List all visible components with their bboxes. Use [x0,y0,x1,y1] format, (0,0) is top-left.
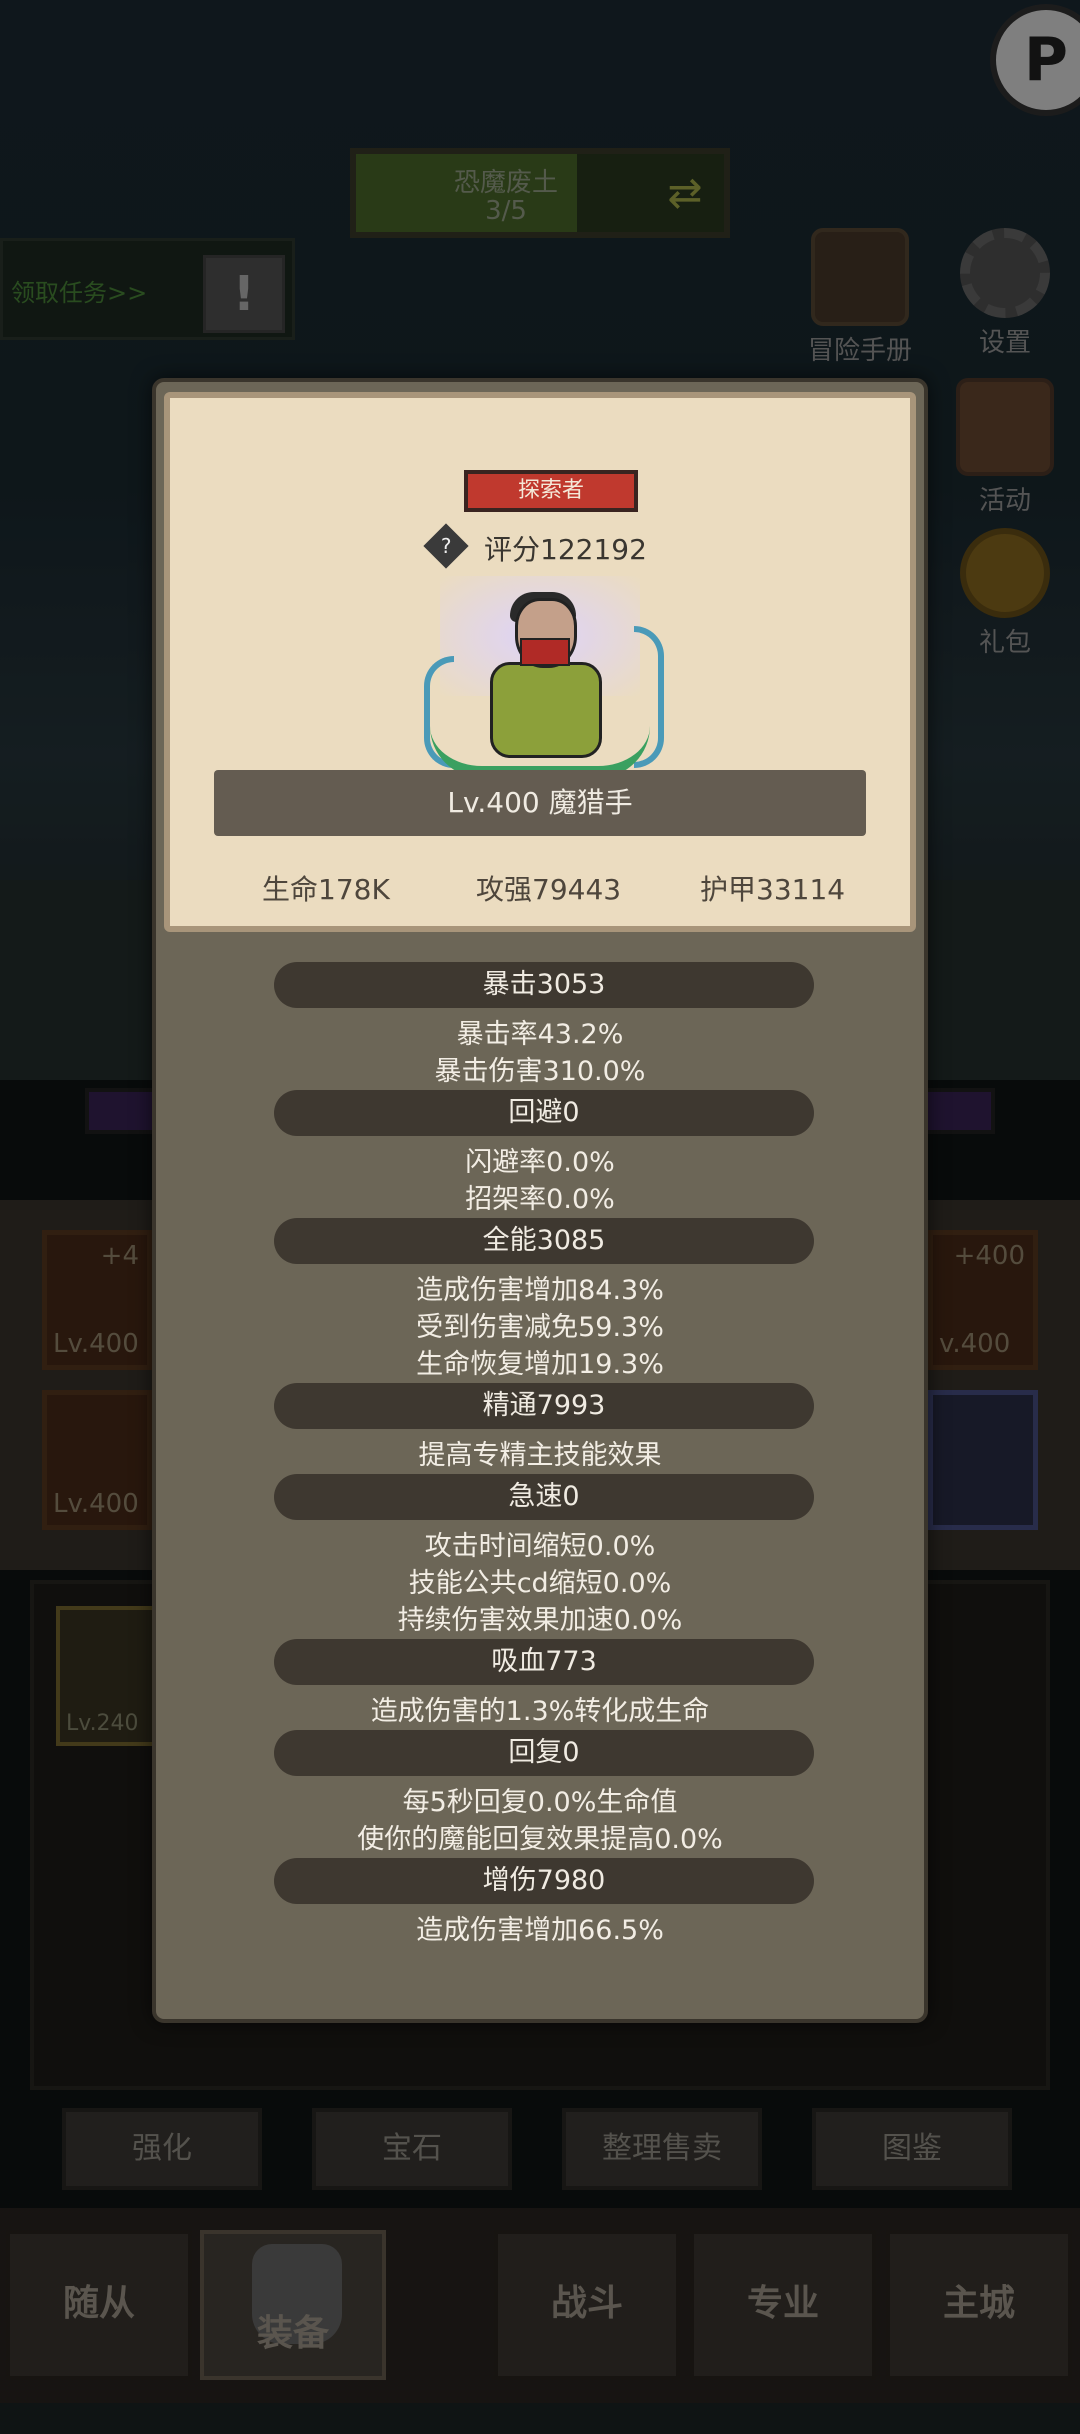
book-icon [811,228,909,326]
stat-line: 造成伤害增加66.5% [416,1915,664,1946]
nav-followers[interactable]: 随从 [6,2230,192,2380]
armor-stat: 护甲33114 [700,873,846,906]
gem-button[interactable]: 宝石 [312,2108,512,2190]
hero-card: 探索者 ? 评分122192 Lv.400 魔猎手 生命178K 攻强79443… [164,392,916,932]
task-link[interactable]: 领取任务>> [11,273,147,308]
question-icon[interactable]: ? [423,523,469,569]
stat-header-mastery: 精通7993 [274,1383,814,1429]
zone-progress-bar[interactable]: 恐魔废土 3/5 ⇄ [350,148,730,238]
stat-header-versatility: 全能3085 [274,1218,814,1264]
stat-line: 招架率0.0% [465,1184,615,1215]
score-value: 评分122192 [484,533,647,566]
settings-button[interactable]: 设置 [945,228,1065,359]
stat-header-avoidance: 回避0 [274,1090,814,1136]
nav-battle[interactable]: 战斗 [494,2230,680,2380]
task-panel[interactable]: 领取任务>> ! [0,238,295,340]
gift-icon [960,528,1050,618]
score-row: ? 评分122192 [423,523,690,569]
adventure-book-label: 冒险手册 [807,336,912,366]
scroll-icon [956,378,1054,476]
nav-profession[interactable]: 专业 [690,2230,876,2380]
nav-equipment-label: 装备 [256,2313,329,2354]
stat-line: 提高专精主技能效果 [418,1440,662,1471]
action-row: 强化 宝石 整理售卖 图鉴 [0,2108,1080,2194]
hp-stat: 生命178K [262,873,390,906]
gift-button[interactable]: 礼包 [945,528,1065,659]
stat-line: 生命恢复增加19.3% [416,1349,664,1380]
stat-line: 造成伤害的1.3%转化成生命 [370,1696,710,1727]
codex-button[interactable]: 图鉴 [812,2108,1012,2190]
bottom-nav: 随从 装备 战斗 专业 主城 [0,2208,1080,2403]
activity-label: 活动 [978,486,1031,516]
equipment-slot[interactable] [928,1390,1038,1530]
enhance-button[interactable]: 强化 [62,2108,262,2190]
attack-stat: 攻强79443 [476,873,622,906]
stat-line: 持续伤害效果加速0.0% [397,1605,683,1636]
equipment-slot[interactable]: Lv.400 [42,1390,152,1530]
stat-header-crit: 暴击3053 [274,962,814,1008]
stat-line: 每5秒回复0.0%生命值 [402,1787,678,1818]
stat-header-haste: 急速0 [274,1474,814,1520]
nav-main-city[interactable]: 主城 [886,2230,1072,2380]
stat-header-damage-bonus: 增伤7980 [274,1858,814,1904]
adventure-book-button[interactable]: 冒险手册 [800,228,920,367]
exclamation-icon: ! [203,255,285,333]
nav-equipment[interactable]: 装备 [200,2230,386,2380]
stat-line: 暴击伤害310.0% [434,1056,646,1087]
title-badge: 探索者 [464,470,638,512]
inventory-item[interactable]: Lv.240 [56,1606,156,1746]
stat-line: 使你的魔能回复效果提高0.0% [357,1824,723,1855]
sort-sell-button[interactable]: 整理售卖 [562,2108,762,2190]
refresh-icon[interactable]: ⇄ [660,168,710,218]
hero-stats-modal: 探索者 ? 评分122192 Lv.400 魔猎手 生命178K 攻强79443… [152,378,928,2023]
stat-line: 受到伤害减免59.3% [416,1312,664,1343]
gear-icon [960,228,1050,318]
stat-header-lifesteal: 吸血773 [274,1639,814,1685]
activity-button[interactable]: 活动 [945,378,1065,517]
stat-line: 暴击率43.2% [456,1019,624,1050]
equipment-slot[interactable]: +4 Lv.400 [42,1230,152,1370]
stat-line: 攻击时间缩短0.0% [424,1531,656,1562]
equipment-slot[interactable]: +400 v.400 [928,1230,1038,1370]
stat-line: 闪避率0.0% [465,1147,615,1178]
gift-label: 礼包 [978,628,1031,658]
zone-name: 恐魔废土 [453,168,558,198]
hero-portrait [410,576,670,778]
hero-name-banner: Lv.400 魔猎手 [214,770,866,836]
settings-label: 设置 [978,328,1031,358]
stat-header-regen: 回复0 [274,1730,814,1776]
stat-line: 造成伤害增加84.3% [416,1275,664,1306]
zone-progress-count: 3/5 [485,196,527,226]
stat-line: 技能公共cd缩短0.0% [408,1568,672,1599]
